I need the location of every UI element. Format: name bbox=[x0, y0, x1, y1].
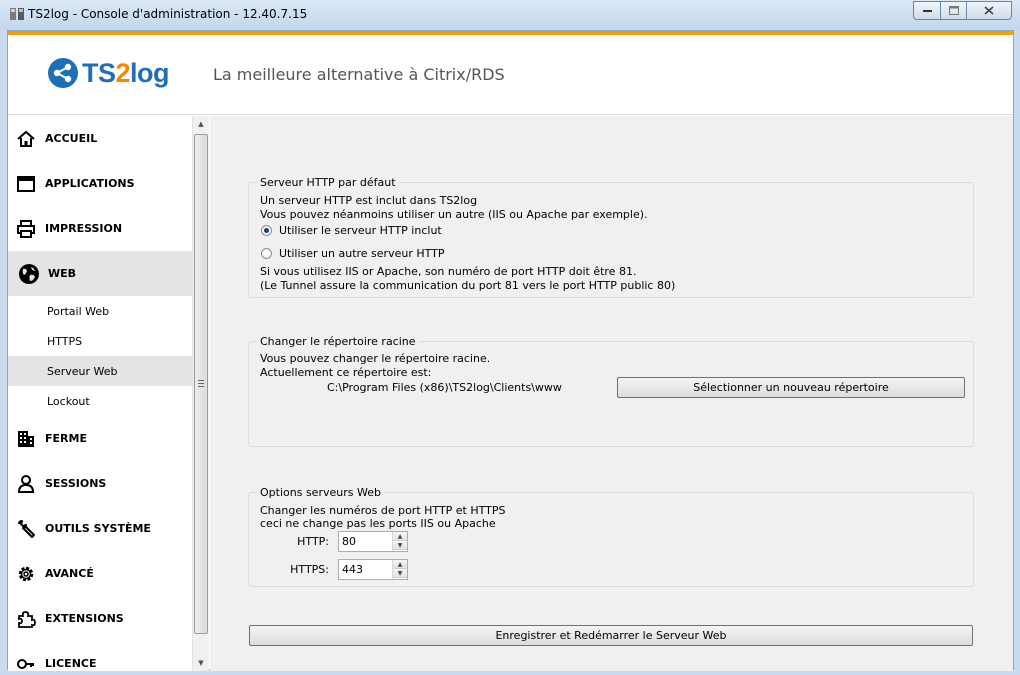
radio-builtin-http[interactable] bbox=[261, 225, 272, 236]
title-bar: TS2log - Console d'administration - 12.4… bbox=[0, 0, 1020, 30]
stepper-down-icon[interactable]: ▼ bbox=[393, 541, 407, 550]
save-restart-button[interactable]: Enregistrer et Redémarrer le Serveur Web bbox=[249, 625, 973, 646]
select-directory-button[interactable]: Sélectionner un nouveau répertoire bbox=[617, 377, 965, 398]
sidebar-item-sessions[interactable]: SESSIONS bbox=[8, 461, 192, 506]
sidebar-item-web[interactable]: WEB bbox=[8, 251, 192, 296]
window-title: TS2log - Console d'administration - 12.4… bbox=[28, 7, 308, 21]
sidebar: ACCUEIL APPLICATIONS IMPRESSION WEB Port… bbox=[8, 116, 192, 671]
sidebar-item-label: AVANCÉ bbox=[45, 567, 94, 580]
sidebar-item-ferme[interactable]: FERME bbox=[8, 416, 192, 461]
sidebar-item-label: EXTENSIONS bbox=[45, 612, 124, 625]
logo-text: TS2log bbox=[82, 57, 170, 88]
sidebar-item-label: LICENCE bbox=[45, 657, 97, 670]
group-title: Changer le répertoire racine bbox=[257, 335, 419, 348]
stepper-up-icon[interactable]: ▲ bbox=[393, 560, 407, 569]
scroll-down-arrow-icon[interactable]: ▼ bbox=[193, 655, 209, 671]
root-dir-group: Changer le répertoire racine Vous pouvez… bbox=[248, 335, 974, 447]
tagline: La meilleure alternative à Citrix/RDS bbox=[213, 65, 505, 84]
sidebar-item-impression[interactable]: IMPRESSION bbox=[8, 206, 192, 251]
puzzle-icon bbox=[15, 608, 37, 630]
close-button[interactable] bbox=[966, 1, 1012, 20]
header: TS2log La meilleure alternative à Citrix… bbox=[8, 35, 1013, 115]
logo-share-icon bbox=[48, 58, 78, 88]
wrench-icon bbox=[15, 518, 37, 540]
info-text: Si vous utilisez IIS or Apache, son numé… bbox=[260, 265, 637, 278]
stepper-up-icon[interactable]: ▲ bbox=[393, 532, 407, 541]
info-text: Vous pouvez néanmoins utiliser un autre … bbox=[260, 208, 648, 221]
sidebar-item-label: IMPRESSION bbox=[45, 222, 123, 235]
sidebar-item-label: SESSIONS bbox=[45, 477, 107, 490]
scroll-thumb[interactable] bbox=[194, 134, 208, 634]
minimize-button[interactable] bbox=[913, 1, 940, 20]
sidebar-item-label: ACCUEIL bbox=[45, 132, 98, 145]
logo: TS2log bbox=[47, 57, 170, 89]
printer-icon bbox=[15, 218, 37, 240]
info-text: Changer les numéros de port HTTP et HTTP… bbox=[260, 504, 506, 517]
radio-other-label[interactable]: Utiliser un autre serveur HTTP bbox=[279, 247, 445, 260]
user-icon bbox=[15, 473, 37, 495]
main-panel: Serveur HTTP par défaut Un serveur HTTP … bbox=[210, 116, 1013, 671]
maximize-icon bbox=[948, 6, 959, 15]
sidebar-item-licence[interactable]: LICENCE bbox=[8, 641, 192, 671]
group-title: Options serveurs Web bbox=[257, 486, 384, 499]
web-options-group: Options serveurs Web Changer les numéros… bbox=[248, 486, 974, 587]
gear-icon bbox=[15, 563, 37, 585]
sidebar-item-outils-systeme[interactable]: OUTILS SYSTÈME bbox=[8, 506, 192, 551]
scroll-up-arrow-icon[interactable]: ▲ bbox=[193, 116, 209, 132]
sidebar-scrollbar[interactable]: ▲ ▼ bbox=[192, 116, 209, 671]
radio-other-http[interactable] bbox=[261, 248, 272, 259]
building-icon bbox=[15, 428, 37, 450]
group-title: Serveur HTTP par défaut bbox=[257, 176, 399, 189]
sidebar-item-accueil[interactable]: ACCUEIL bbox=[8, 116, 192, 161]
https-port-stepper[interactable]: ▲ ▼ bbox=[338, 559, 408, 580]
sidebar-item-applications[interactable]: APPLICATIONS bbox=[8, 161, 192, 206]
window-icon bbox=[15, 173, 37, 195]
app-icon bbox=[10, 8, 24, 20]
close-icon bbox=[984, 6, 994, 15]
sidebar-subitem-portail-web[interactable]: Portail Web bbox=[8, 296, 192, 326]
sidebar-item-label: APPLICATIONS bbox=[45, 177, 135, 190]
sidebar-subitem-serveur-web[interactable]: Serveur Web bbox=[8, 356, 192, 386]
info-text: (Le Tunnel assure la communication du po… bbox=[260, 279, 676, 292]
stepper-down-icon[interactable]: ▼ bbox=[393, 569, 407, 578]
info-text: ceci ne change pas les ports IIS ou Apac… bbox=[260, 517, 496, 530]
http-port-stepper[interactable]: ▲ ▼ bbox=[338, 531, 408, 552]
info-text: Un serveur HTTP est inclut dans TS2log bbox=[260, 194, 478, 207]
sidebar-subitem-lockout[interactable]: Lockout bbox=[8, 386, 192, 416]
sidebar-item-label: WEB bbox=[48, 267, 77, 280]
http-port-input[interactable] bbox=[339, 532, 391, 551]
info-text: Vous pouvez changer le répertoire racine… bbox=[260, 352, 491, 365]
current-path: C:\Program Files (x86)\TS2log\Clients\ww… bbox=[327, 381, 562, 394]
globe-icon bbox=[18, 263, 40, 285]
sidebar-item-label: OUTILS SYSTÈME bbox=[45, 522, 151, 535]
https-port-label: HTTPS: bbox=[290, 563, 329, 576]
minimize-icon bbox=[922, 10, 932, 12]
app-frame: TS2log La meilleure alternative à Citrix… bbox=[7, 30, 1014, 671]
sidebar-item-avance[interactable]: AVANCÉ bbox=[8, 551, 192, 596]
http-port-label: HTTP: bbox=[297, 535, 329, 548]
home-icon bbox=[15, 128, 37, 150]
sidebar-item-label: FERME bbox=[45, 432, 87, 445]
http-server-group: Serveur HTTP par défaut Un serveur HTTP … bbox=[248, 176, 974, 298]
radio-builtin-label[interactable]: Utiliser le serveur HTTP inclut bbox=[279, 224, 442, 237]
https-port-input[interactable] bbox=[339, 560, 391, 579]
info-text: Actuellement ce répertoire est: bbox=[260, 366, 432, 379]
sidebar-item-extensions[interactable]: EXTENSIONS bbox=[8, 596, 192, 641]
maximize-button[interactable] bbox=[940, 1, 966, 20]
key-icon bbox=[15, 653, 37, 672]
sidebar-subitem-https[interactable]: HTTPS bbox=[8, 326, 192, 356]
